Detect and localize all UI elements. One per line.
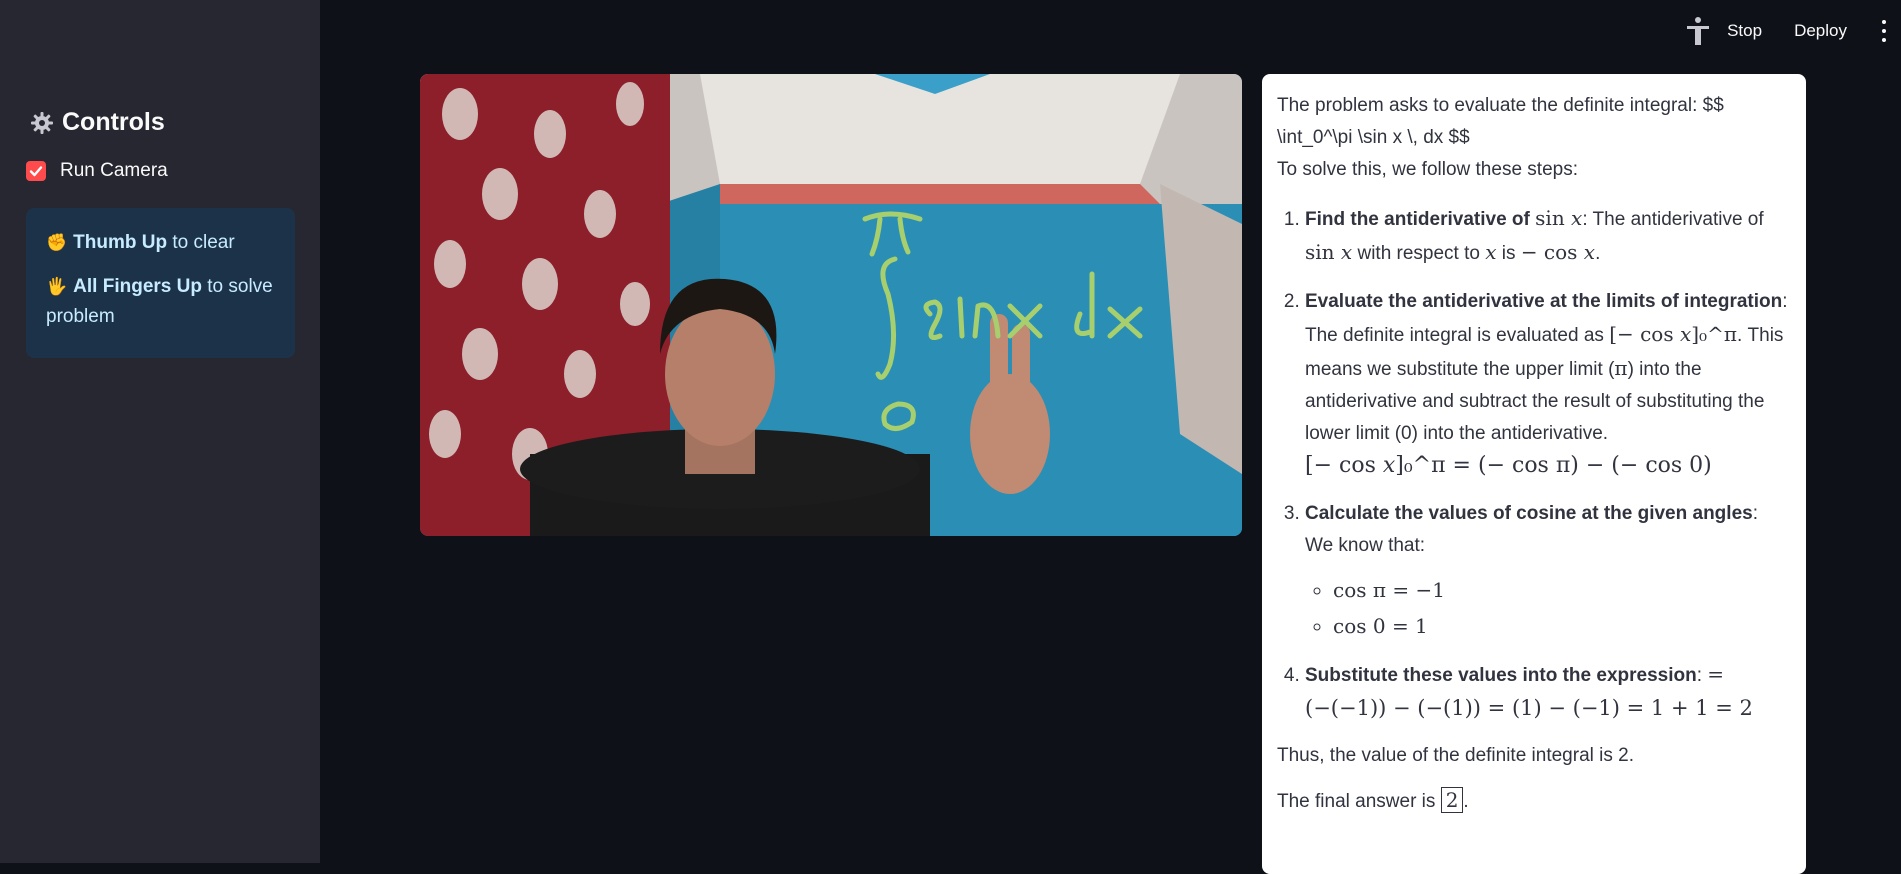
checkbox-box[interactable] <box>26 161 46 181</box>
instruction-solve: 🖐 All Fingers Up to solve problem <box>46 272 277 332</box>
instruction-gesture: Thumb Up <box>73 232 168 253</box>
instruction-gesture: All Fingers Up <box>73 276 202 297</box>
run-camera-label: Run Camera <box>60 160 168 181</box>
step-2: Evaluate the antiderivative at the limit… <box>1305 286 1790 482</box>
sidebar-title: Controls <box>30 108 165 137</box>
conclusion-text: Thus, the value of the definite integral… <box>1277 745 1634 766</box>
final-answer: The final answer is 2. <box>1277 787 1469 813</box>
run-camera-checkbox[interactable]: Run Camera <box>26 160 168 182</box>
controls-title-text: Controls <box>62 108 165 136</box>
intro-line: The problem asks to evaluate the definit… <box>1277 95 1724 116</box>
step-4: Substitute these values into the express… <box>1305 658 1790 724</box>
fist-icon: ✊ <box>46 233 68 252</box>
stop-button[interactable]: Stop <box>1727 21 1762 41</box>
deploy-button[interactable]: Deploy <box>1794 21 1847 41</box>
final-answer-box: 2 <box>1440 787 1464 813</box>
open-hand-icon: 🖐 <box>46 277 68 296</box>
instruction-clear: ✊ Thumb Up to clear <box>46 228 277 258</box>
sidebar: Controls Run Camera ✊ Thumb Up to clear 🖐… <box>0 0 320 863</box>
intro-latex-line: \int_0^\pi \sin x \, dx $$ <box>1277 127 1470 148</box>
step-2-display-equation: [− cos 𝑥]₀^π = (− cos π) − (− cos 0) <box>1305 453 1712 478</box>
list-item: cos π = −1 <box>1333 574 1790 606</box>
main-menu-icon[interactable] <box>1879 20 1889 42</box>
camera-feed <box>420 74 1242 536</box>
instruction-action: to clear <box>167 232 235 253</box>
header-toolbar: Stop Deploy <box>1685 0 1901 62</box>
camera-frame-image <box>420 74 1242 536</box>
cosine-values-list: cos π = −1 cos 0 = 1 <box>1305 574 1790 642</box>
step-3: Calculate the values of cosine at the gi… <box>1305 498 1790 642</box>
step-4-equation: (−(−1)) − (−(1)) = (1) − (−1) = 1 + 1 = … <box>1305 696 1753 720</box>
accessibility-person-icon[interactable] <box>1685 16 1711 46</box>
intro-steps-line: To solve this, we follow these steps: <box>1277 159 1578 180</box>
gear-icon <box>31 111 53 134</box>
list-item: cos 0 = 1 <box>1333 610 1790 642</box>
step-1: Find the antiderivative of sin 𝑥: The an… <box>1305 202 1790 270</box>
solution-panel: The problem asks to evaluate the definit… <box>1262 74 1806 874</box>
solution-steps: Find the antiderivative of sin 𝑥: The an… <box>1277 202 1790 724</box>
instructions-info-box: ✊ Thumb Up to clear 🖐 All Fingers Up to so… <box>26 208 295 358</box>
check-icon <box>29 166 43 177</box>
